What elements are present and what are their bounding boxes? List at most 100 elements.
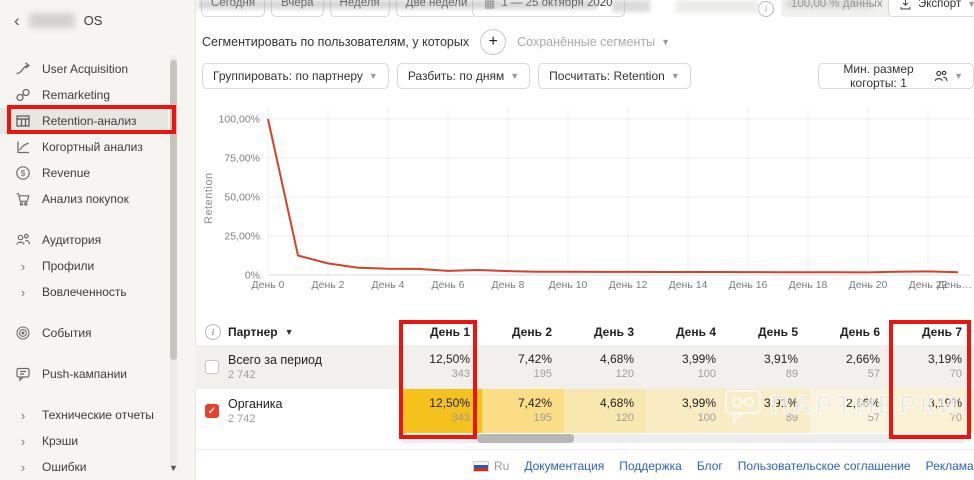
sidebar-item-cohort[interactable]: Когортный анализ — [0, 134, 168, 160]
sidebar-item-crashes[interactable]: › Крэши — [0, 428, 168, 454]
language-switcher[interactable]: Ru — [473, 459, 509, 473]
sidebar-item-errors[interactable]: › Ошибки — [0, 454, 168, 480]
back-chevron-icon[interactable]: ‹ — [14, 12, 20, 29]
sidebar-item-push[interactable]: Push-кампании — [0, 361, 168, 387]
chevron-right-icon: › — [20, 407, 26, 423]
retention-cell-day2[interactable]: 7,42% 195 — [482, 345, 564, 389]
sidebar-item-label: User Acquisition — [42, 62, 129, 76]
cell-percent: 3,91% — [763, 352, 798, 366]
retention-cell-day6[interactable]: 2,66% 57 — [810, 345, 892, 389]
sidebar-item-label: Remarketing — [42, 88, 111, 102]
date-preset-3[interactable]: Две недели — [395, 0, 478, 17]
cell-count: 57 — [867, 368, 880, 381]
retention-cell-day3[interactable]: 4,68% 120 — [564, 389, 646, 433]
footer-link-4[interactable]: Реклама — [926, 459, 974, 473]
split-by-dropdown[interactable]: Разбить: по дням ▼ — [396, 63, 531, 89]
sidebar-item-retention[interactable]: Retention-анализ — [0, 108, 168, 134]
group-by-dropdown[interactable]: Группировать: по партнеру ▼ — [202, 63, 389, 89]
chevron-down-icon: ▼ — [967, 0, 974, 9]
date-range-picker[interactable]: ▦ 1 — 25 октября 2020 — [472, 0, 625, 17]
footer-link-0[interactable]: Документация — [524, 459, 604, 473]
footer-link-1[interactable]: Поддержка — [619, 459, 682, 473]
cell-count: 89 — [785, 412, 798, 425]
date-preset-0[interactable]: Сегодня — [201, 0, 266, 17]
retention-cell-day2[interactable]: 7,42% 195 — [482, 389, 564, 433]
retention-cell-day4[interactable]: 3,99% 100 — [646, 389, 728, 433]
min-cohort-dropdown[interactable]: Мин. размер когорты: 1 ▼ — [818, 62, 974, 90]
calculate-dropdown[interactable]: Посчитать: Retention ▼ — [538, 63, 691, 89]
retention-chart: Retention 100,00% 75,00% 50,00% 25,00% 0% Ден… — [195, 96, 974, 298]
table-info-icon[interactable]: i — [205, 323, 221, 340]
column-header-day-1[interactable]: День 1 — [400, 325, 482, 339]
column-header-day-6[interactable]: День 6 — [810, 325, 892, 339]
footer-link-2[interactable]: Блог — [697, 459, 723, 473]
row-name: Всего за период — [228, 352, 323, 367]
y-tick-label: 100,00% — [219, 114, 260, 126]
sampling-info-icon[interactable]: i — [758, 1, 774, 17]
sidebar-item-audience[interactable]: Аудитория — [0, 227, 168, 253]
sidebar-item-events[interactable]: События — [0, 320, 168, 346]
x-tick-label: День 0 — [252, 279, 285, 291]
row-checkbox[interactable] — [205, 360, 219, 374]
partner-header-label: Партнер — [228, 324, 278, 339]
sidebar-item-remarketing[interactable]: Remarketing — [0, 82, 168, 108]
retention-cell-day7[interactable]: 3,19% 70 — [892, 389, 974, 433]
chevron-right-icon: › — [20, 258, 26, 274]
table-row-organic: ✓ Органика 2 742 12,50% 343 7,42% 195 4,68% 120 3… — [195, 389, 974, 433]
cell-percent: 3,99% — [681, 352, 716, 366]
x-tick-label: День 2 — [312, 279, 345, 291]
date-preset-1[interactable]: Вчера — [271, 0, 324, 17]
row-label-cell: ✓ Органика 2 742 — [195, 389, 400, 433]
sidebar-item-revenue[interactable]: $ Revenue — [0, 160, 168, 186]
calculate-label: Посчитать: Retention — [549, 69, 665, 83]
sidebar-item-tech-reports[interactable]: › Технические отчеты — [0, 402, 168, 428]
row-checkbox-checked[interactable]: ✓ — [205, 404, 219, 418]
cell-count: 195 — [533, 368, 552, 381]
sampling-value: 100,00 % данных — [791, 0, 883, 10]
retention-cell-day1[interactable]: 12,50% 343 — [400, 345, 482, 389]
x-tick-label-overflow: День… — [937, 279, 972, 291]
sidebar-item-profiles[interactable]: › Профили — [0, 253, 168, 279]
partner-column-header[interactable]: i Партнер ▼ — [195, 323, 400, 340]
cell-count: 57 — [867, 412, 880, 425]
chevron-right-icon: › — [20, 459, 26, 475]
user-acquisition-icon — [14, 61, 32, 77]
sidebar-item-engagement[interactable]: › Вовлеченность — [0, 279, 168, 305]
row-cohort-size: 2 742 — [228, 368, 256, 381]
column-header-day-5[interactable]: День 5 — [728, 325, 810, 339]
retention-cell-day6[interactable]: 2,66% 57 — [810, 389, 892, 433]
cell-percent: 3,99% — [681, 396, 716, 410]
column-header-day-4[interactable]: День 4 — [646, 325, 728, 339]
footer-link-3[interactable]: Пользовательское соглашение — [738, 459, 911, 473]
cell-percent: 3,19% — [927, 396, 962, 410]
sidebar-scrollbar-thumb[interactable] — [170, 60, 177, 360]
x-tick-label: День 10 — [549, 279, 588, 291]
retention-cell-day1[interactable]: 12,50% 343 — [400, 389, 482, 433]
events-icon — [14, 325, 32, 341]
cohort-icon — [14, 139, 32, 155]
table-scrollbar-thumb[interactable] — [477, 434, 574, 443]
retention-cell-day5[interactable]: 3,91% 89 — [728, 345, 810, 389]
sidebar-item-user-acquisition[interactable]: User Acquisition — [0, 56, 168, 82]
scroll-down-icon[interactable]: ▼ — [169, 463, 178, 473]
retention-cell-day4[interactable]: 3,99% 100 — [646, 345, 728, 389]
column-header-day-3[interactable]: День 3 — [564, 325, 646, 339]
date-range-value: 1 — 25 октября 2020 — [501, 0, 613, 9]
split-by-label: Разбить: по дням — [407, 69, 505, 83]
retention-cell-day3[interactable]: 4,68% 120 — [564, 345, 646, 389]
retention-cell-day5[interactable]: 3,91% 89 — [728, 389, 810, 433]
retention-cell-day7[interactable]: 3,19% 70 — [892, 345, 974, 389]
x-tick-label: День 20 — [849, 279, 888, 291]
export-button[interactable]: Экспорт ▼ — [888, 0, 974, 17]
chart-y-axis-label: Retention — [203, 172, 215, 224]
sidebar-item-label: Ошибки — [42, 460, 87, 474]
saved-segments-dropdown[interactable]: Сохранённые сегменты ▼ — [517, 35, 670, 49]
y-tick-label: 50,00% — [224, 192, 260, 204]
date-preset-2[interactable]: Неделя — [329, 0, 390, 17]
sidebar-item-purchases[interactable]: Анализ покупок — [0, 186, 168, 212]
add-segment-button[interactable]: + — [480, 29, 507, 55]
y-tick-label: 25,00% — [224, 231, 260, 243]
column-header-day-2[interactable]: День 2 — [482, 325, 564, 339]
table-scrollbar-track[interactable] — [400, 434, 966, 443]
column-header-day-7[interactable]: День 7 — [892, 325, 974, 339]
